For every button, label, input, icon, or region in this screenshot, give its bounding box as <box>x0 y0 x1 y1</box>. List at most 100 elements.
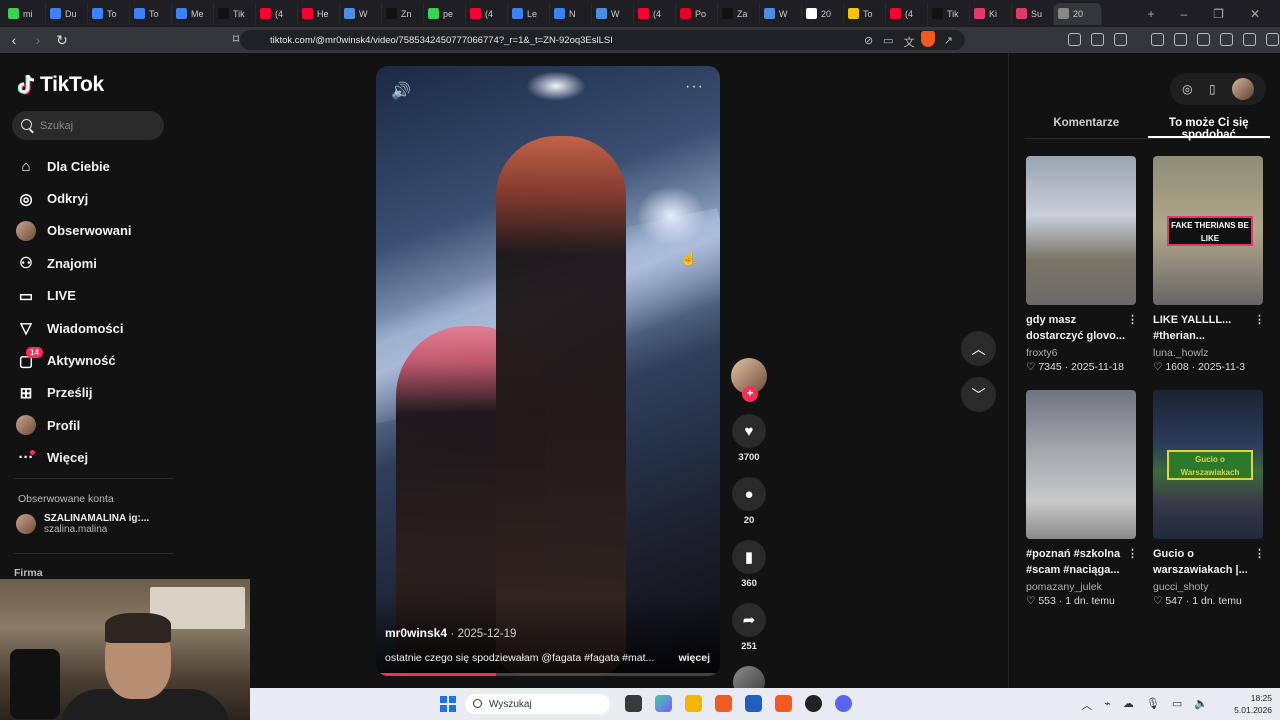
video-author[interactable]: mr0winsk4 · 2025-12-19 <box>385 626 516 640</box>
wallet-icon[interactable] <box>1197 33 1210 46</box>
browser-tab[interactable]: He <box>298 2 340 25</box>
sound-icon[interactable]: 🔊 <box>391 81 411 101</box>
windows-start-icon[interactable] <box>440 696 456 712</box>
card-more-icon[interactable]: ⋮ <box>1254 312 1265 328</box>
follow-plus-icon[interactable]: + <box>742 386 758 402</box>
card-more-icon[interactable]: ⋮ <box>1254 546 1265 562</box>
tiktok-logo[interactable]: TikTok <box>18 73 104 97</box>
browser-tab[interactable]: To <box>88 2 130 25</box>
share-icon[interactable]: ↗ <box>944 34 953 50</box>
sidebar-item-9[interactable]: Profil <box>16 409 166 441</box>
card-author[interactable]: pomazany_julek <box>1026 581 1138 593</box>
browser-tab[interactable]: N <box>550 2 592 25</box>
back-icon[interactable]: ‹ <box>4 32 24 48</box>
file-explorer-icon[interactable] <box>685 695 702 712</box>
mobile-icon[interactable]: ▯ <box>1209 82 1216 96</box>
extension-icon[interactable] <box>1091 33 1104 46</box>
share-icon[interactable]: ➦ <box>732 603 766 637</box>
card-title[interactable]: LIKE YALLLL... #therian... ⋮ <box>1153 312 1265 344</box>
card-title[interactable]: Gucio o warszawiakach |... ⋮ <box>1153 546 1265 578</box>
user-avatar[interactable] <box>1231 78 1254 100</box>
browser-tab[interactable]: Du <box>46 2 88 25</box>
network-icon[interactable]: ⌁ <box>1104 697 1111 713</box>
comment-icon[interactable]: ● <box>732 477 766 511</box>
video-progress-bar[interactable] <box>376 673 720 676</box>
author-avatar[interactable]: + <box>731 358 767 402</box>
like-icon[interactable]: ♥ <box>732 414 766 448</box>
mic-icon[interactable]: 🎙 <box>1146 697 1160 713</box>
browser-tab[interactable]: (4 <box>256 2 298 25</box>
recommended-video-card[interactable]: FAKE THERIANS BE LIKE LIKE YALLLL... #ther… <box>1153 156 1265 373</box>
card-more-icon[interactable]: ⋮ <box>1127 312 1138 328</box>
browser-tab[interactable]: (4 <box>466 2 508 25</box>
card-more-icon[interactable]: ⋮ <box>1127 546 1138 562</box>
card-title[interactable]: #poznań #szkolna #scam #naciąga... ⋮ <box>1026 546 1138 578</box>
browser-tab[interactable]: (4 <box>634 2 676 25</box>
browser-tab[interactable]: Za <box>718 2 760 25</box>
cast-icon[interactable]: ▭ <box>883 34 893 50</box>
recommended-video-card[interactable]: #poznań #szkolna #scam #naciąga... ⋮ pomaza… <box>1026 390 1138 607</box>
card-title[interactable]: gdy masz dostarczyć glovo... ⋮ <box>1026 312 1138 344</box>
maximize-icon[interactable]: ❐ <box>1213 7 1224 21</box>
sidebar-toggle-icon[interactable] <box>1174 33 1187 46</box>
sidebar-item-7[interactable]: ▢ Aktywność 14 <box>16 344 166 376</box>
browser-tab[interactable]: mi <box>4 2 46 25</box>
minimize-icon[interactable]: – <box>1180 7 1187 21</box>
video-thumbnail[interactable] <box>1026 390 1136 539</box>
tab-comments[interactable]: Komentarze <box>1025 111 1148 138</box>
forward-icon[interactable]: › <box>28 32 48 48</box>
chevron-up-icon[interactable]: ︿ <box>1081 697 1092 713</box>
video-thumbnail[interactable] <box>1026 156 1136 305</box>
url-bar[interactable]: tiktok.com/@mr0winsk4/video/758534245077… <box>240 30 965 50</box>
no-video-icon[interactable]: ⊘ <box>864 34 873 50</box>
browser-tab[interactable]: (4 <box>886 2 928 25</box>
profile-icon[interactable] <box>1266 33 1279 46</box>
obs-icon[interactable] <box>805 695 822 712</box>
browser-tab[interactable]: W <box>592 2 634 25</box>
card-author[interactable]: luna._howlz <box>1153 347 1265 359</box>
volume-icon[interactable]: 🔈 <box>1194 697 1208 713</box>
previous-video-button[interactable]: ︿ <box>961 331 996 366</box>
browser-tab[interactable]: To <box>844 2 886 25</box>
more-link[interactable]: więcej <box>678 652 710 664</box>
video-thumbnail[interactable]: FAKE THERIANS BE LIKE <box>1153 156 1263 305</box>
sidebar-item-5[interactable]: ▭ LIVE <box>16 280 166 312</box>
new-tab-icon[interactable]: + <box>1147 7 1154 21</box>
task-view-icon[interactable] <box>625 695 642 712</box>
tab-recommended[interactable]: To może Ci się spodobać <box>1147 111 1270 141</box>
extension-icon[interactable] <box>1114 33 1127 46</box>
browser-tab[interactable]: pe <box>424 2 466 25</box>
followed-account[interactable]: SZALINAMALINA ig:... szalina.malina <box>16 513 149 535</box>
sidebar-item-3[interactable]: Obserwowani <box>16 215 166 247</box>
browser-tab[interactable]: Me <box>172 2 214 25</box>
search-input[interactable]: Szukaj <box>12 111 164 140</box>
discord-icon[interactable] <box>835 695 852 712</box>
browser-tab[interactable]: 20 <box>1054 2 1102 25</box>
cloud-icon[interactable]: ☁ <box>1123 697 1134 713</box>
sidebar-item-4[interactable]: ⚇ Znajomi <box>16 247 166 279</box>
brave-shield-icon[interactable] <box>921 31 935 47</box>
browser-tab[interactable]: W <box>760 2 802 25</box>
browser-tab[interactable]: Ki <box>970 2 1012 25</box>
display-icon[interactable]: ▭ <box>1172 697 1182 713</box>
next-video-button[interactable]: ﹀ <box>961 377 996 412</box>
video-player[interactable]: 🔊 ··· mr0winsk4 · 2025-12-19 ostatnie cz… <box>376 66 720 676</box>
taskbar-search-input[interactable]: Wyszukaj <box>465 694 610 714</box>
vpn-icon[interactable] <box>1243 33 1256 46</box>
browser-tab[interactable]: Zn <box>382 2 424 25</box>
bookmark-icon[interactable]: ▮ <box>732 540 766 574</box>
translate-icon[interactable]: 文 <box>904 34 915 50</box>
more-options-icon[interactable]: ··· <box>685 78 704 96</box>
recommended-video-card[interactable]: gdy masz dostarczyć glovo... ⋮ froxty6 ♡ 734… <box>1026 156 1138 373</box>
copilot-icon[interactable] <box>655 695 672 712</box>
sidebar-item-6[interactable]: ▽ Wiadomości <box>16 312 166 344</box>
store-icon[interactable] <box>745 695 762 712</box>
sidebar-item-8[interactable]: ⊞ Prześlij <box>16 377 166 409</box>
card-author[interactable]: froxty6 <box>1026 347 1138 359</box>
browser-tab[interactable]: Po <box>676 2 718 25</box>
sidebar-item-1[interactable]: ⌂ Dla Ciebie <box>16 150 166 182</box>
browser-tab[interactable]: Tik <box>928 2 970 25</box>
card-author[interactable]: gucci_shoty <box>1153 581 1265 593</box>
sidebar-item-2[interactable]: ◎ Odkryj <box>16 182 166 214</box>
recommended-video-card[interactable]: Gucio o Warszawiakach Gucio o warszawiakac… <box>1153 390 1265 607</box>
